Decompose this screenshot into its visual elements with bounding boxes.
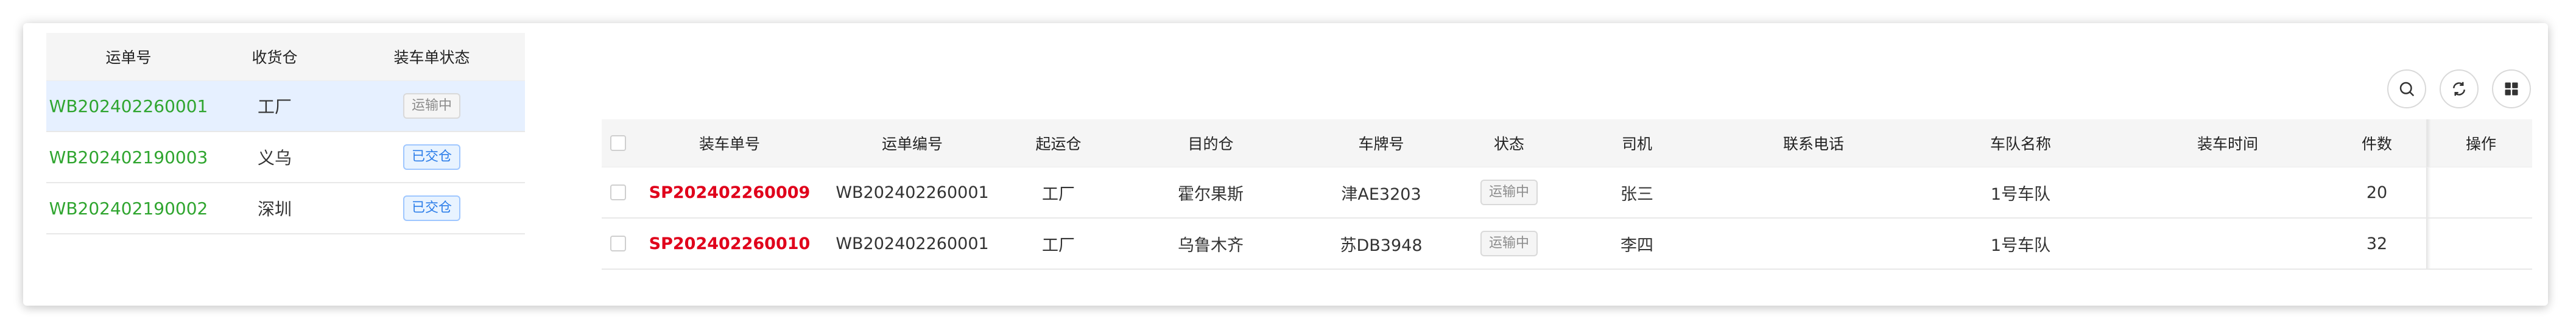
- col-phone: 联系电话: [1782, 135, 1844, 153]
- fleet: 1号车队: [1990, 236, 2051, 255]
- waybill-no[interactable]: WB202402190003: [46, 147, 211, 167]
- status-badge: 已交仓: [403, 195, 460, 221]
- col-loading-status: 装车单状态: [393, 49, 470, 66]
- origin: 工厂: [1042, 236, 1075, 255]
- col-fleet: 车队名称: [1990, 135, 2051, 153]
- col-pieces: 件数: [2361, 135, 2392, 153]
- col-plate: 车牌号: [1358, 135, 1404, 153]
- table-row: SP202402260009 WB202402260001 工厂 霍尔果斯 津A…: [602, 167, 2532, 219]
- refresh-button[interactable]: [2440, 69, 2479, 108]
- grid-icon: [2505, 82, 2518, 96]
- loading-table-header: 装车单号 运单编号 起运仓 目的仓 车牌号 状态 司机 联系电话 车队名称 装车…: [602, 119, 2532, 167]
- waybill-no: WB202402260001: [836, 234, 989, 253]
- warehouse: 深圳: [257, 199, 292, 219]
- loading-order-table: 装车单号 运单编号 起运仓 目的仓 车牌号 状态 司机 联系电话 车队名称 装车…: [602, 119, 2532, 270]
- driver: 张三: [1621, 184, 1653, 204]
- loading-time: [2124, 219, 2331, 269]
- pieces: 32: [2366, 234, 2388, 253]
- waybill-no[interactable]: WB202402260001: [46, 96, 211, 116]
- warehouse: 义乌: [257, 148, 292, 168]
- col-receive-warehouse: 收货仓: [252, 49, 298, 66]
- warehouse: 工厂: [257, 97, 292, 117]
- col-waybill-no: 运单号: [105, 49, 152, 66]
- fleet: 1号车队: [1990, 184, 2051, 204]
- row-checkbox[interactable]: [610, 236, 626, 251]
- col-driver: 司机: [1621, 135, 1652, 153]
- waybill-row[interactable]: WB202402260001 工厂 运输中: [46, 81, 525, 132]
- waybill-no[interactable]: WB202402190002: [46, 198, 211, 219]
- col-waybill-no: 运单编号: [881, 135, 943, 153]
- col-actions: 操作: [2465, 135, 2496, 153]
- col-status: 状态: [1493, 135, 1524, 153]
- plate: 津AE3203: [1341, 184, 1421, 204]
- origin: 工厂: [1042, 184, 1075, 204]
- status-badge: 运输中: [1480, 180, 1538, 205]
- col-loading-time: 装车时间: [2197, 135, 2258, 153]
- destination: 乌鲁木齐: [1178, 236, 1244, 255]
- loading-time: [2124, 167, 2331, 217]
- search-icon: [2399, 82, 2415, 97]
- col-loading-no: 装车单号: [699, 135, 760, 153]
- status-badge: 运输中: [1480, 231, 1538, 256]
- phone: [1710, 167, 1917, 217]
- loading-no-link[interactable]: SP202402260010: [638, 219, 821, 269]
- waybill-no: WB202402260001: [836, 183, 989, 202]
- status-badge: 已交仓: [403, 144, 460, 170]
- table-row: SP202402260010 WB202402260001 工厂 乌鲁木齐 苏D…: [602, 219, 2532, 270]
- col-origin: 起运仓: [1035, 135, 1082, 153]
- pieces: 20: [2366, 183, 2388, 202]
- loading-no-link[interactable]: SP202402260009: [638, 167, 821, 217]
- destination: 霍尔果斯: [1178, 184, 1244, 204]
- status-badge: 运输中: [403, 93, 460, 119]
- waybill-row[interactable]: WB202402190002 深圳 已交仓: [46, 183, 525, 234]
- column-settings-button[interactable]: [2492, 69, 2531, 108]
- select-all-checkbox[interactable]: [610, 135, 626, 151]
- plate: 苏DB3948: [1340, 236, 1423, 255]
- waybill-row[interactable]: WB202402190003 义乌 已交仓: [46, 132, 525, 183]
- driver: 李四: [1621, 236, 1653, 255]
- row-checkbox[interactable]: [610, 184, 626, 200]
- col-destination: 目的仓: [1188, 135, 1234, 153]
- search-button[interactable]: [2387, 69, 2426, 108]
- phone: [1710, 219, 1917, 269]
- waybill-table: 运单号 收货仓 装车单状态 WB202402260001 工厂 运输中 WB20…: [46, 33, 525, 234]
- refresh-icon: [2453, 82, 2465, 96]
- waybill-table-header: 运单号 收货仓 装车单状态: [46, 33, 525, 81]
